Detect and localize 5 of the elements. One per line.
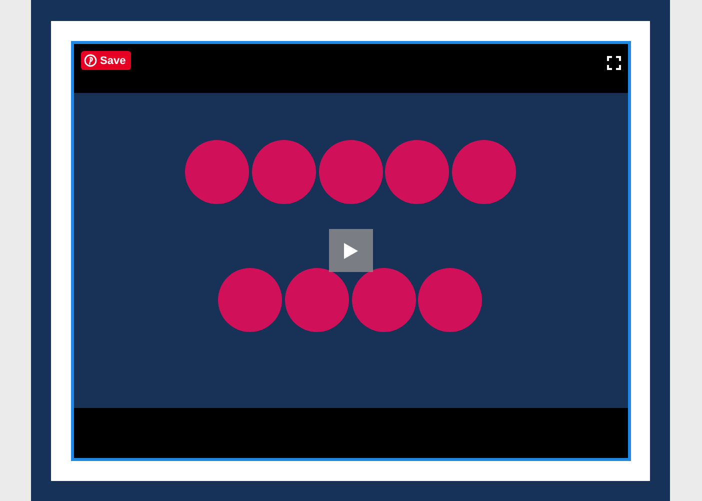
save-button[interactable]: Save (81, 51, 131, 70)
play-button[interactable] (329, 229, 373, 272)
play-icon (343, 242, 359, 260)
pin-icon (84, 54, 97, 67)
fullscreen-icon[interactable] (607, 56, 621, 70)
